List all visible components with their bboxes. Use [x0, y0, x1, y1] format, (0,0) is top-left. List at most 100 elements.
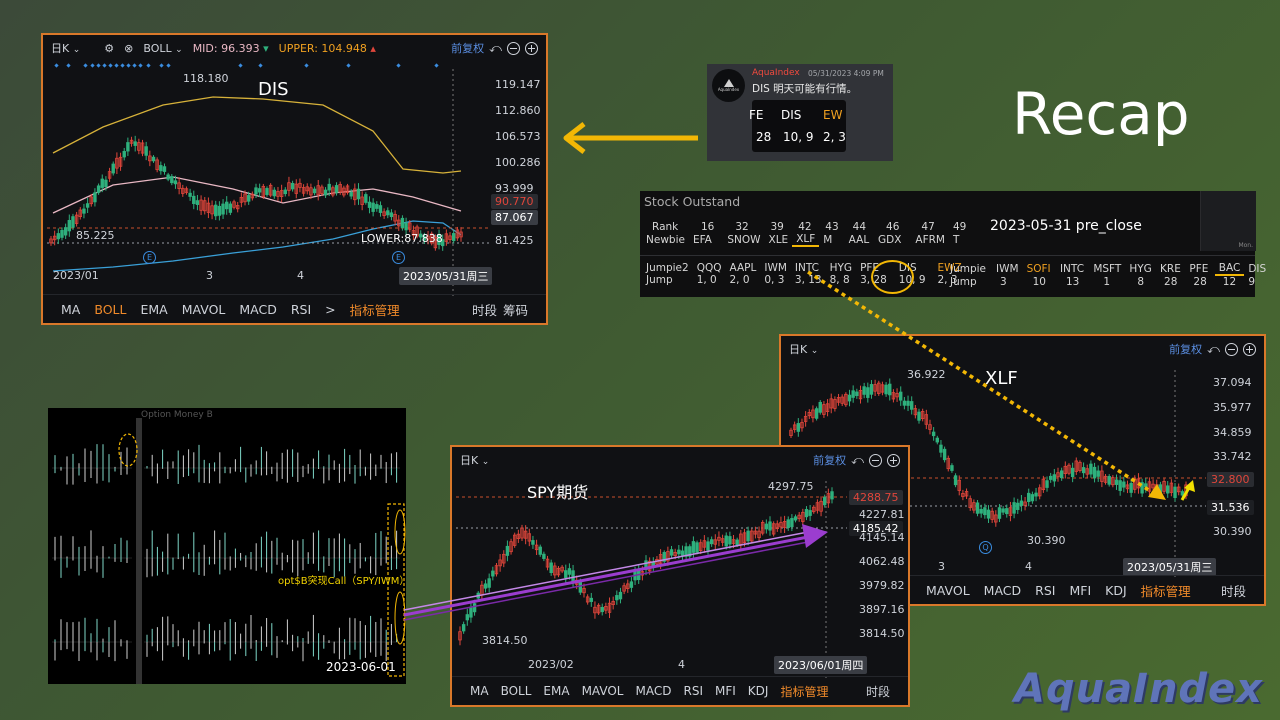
- tab-ema[interactable]: EMA: [140, 302, 167, 317]
- dis-candle: [140, 139, 145, 157]
- tab-kdj[interactable]: KDJ: [748, 684, 769, 698]
- tab-mfi[interactable]: MFI: [1069, 583, 1091, 598]
- dis-candle: [360, 191, 364, 211]
- xlf-candle: [1103, 474, 1108, 485]
- scrollbar[interactable]: [136, 418, 142, 684]
- dis-candle: [272, 187, 277, 199]
- tab-period[interactable]: 时段: [1221, 581, 1246, 600]
- spy-candle: [644, 555, 648, 576]
- chat-username[interactable]: AquaIndex: [752, 68, 800, 78]
- dis-candle: [287, 176, 291, 197]
- zoom-in-icon[interactable]: [1243, 342, 1256, 356]
- dis-candle: [126, 137, 130, 156]
- tab-macd[interactable]: MACD: [636, 684, 672, 698]
- x-tick: 3: [206, 269, 213, 282]
- tab-period[interactable]: 时段: [472, 300, 497, 319]
- tab-mavol[interactable]: MAVOL: [582, 684, 624, 698]
- tab-mavol[interactable]: MAVOL: [182, 302, 226, 317]
- indicator-manage-button[interactable]: 指标管理: [350, 300, 400, 319]
- dis-candle: [56, 228, 61, 244]
- xlf-candle: [1125, 480, 1130, 494]
- spy-candle-chart[interactable]: [452, 473, 847, 678]
- tab-ma[interactable]: MA: [470, 684, 489, 698]
- xlf-candle: [1100, 465, 1104, 488]
- spy-candle: [691, 536, 696, 558]
- tab-mavol[interactable]: MAVOL: [926, 583, 970, 598]
- tab-rsi[interactable]: RSI: [683, 684, 703, 698]
- cursor-price-tag: 31.536: [1207, 500, 1254, 515]
- spy-candle: [604, 602, 608, 614]
- undo-icon[interactable]: ⤺: [489, 41, 502, 56]
- xlf-candle: [866, 382, 870, 403]
- zoom-out-icon[interactable]: [1225, 342, 1238, 356]
- xlf-candle: [909, 396, 914, 415]
- period-selector[interactable]: 日K ⌄: [460, 452, 489, 468]
- xlf-candle: [803, 411, 808, 427]
- tab-rsi[interactable]: RSI: [291, 302, 311, 317]
- tab-period[interactable]: 时段: [866, 683, 890, 700]
- chevron-down-icon: ⌄: [481, 457, 490, 467]
- dis-candle: [129, 136, 134, 147]
- tab-ma[interactable]: MA: [61, 302, 80, 317]
- tab-kdj[interactable]: KDJ: [1105, 583, 1127, 598]
- xlf-candle: [873, 379, 877, 397]
- spy-candle: [545, 555, 550, 571]
- event-marker-icon[interactable]: E: [392, 251, 405, 264]
- dis-candle: [177, 177, 181, 195]
- dis-candle: [199, 195, 203, 216]
- tab-macd[interactable]: MACD: [984, 583, 1021, 598]
- zoom-out-icon[interactable]: [507, 41, 520, 55]
- dis-candle: [268, 183, 273, 198]
- zoom-in-icon[interactable]: [525, 41, 538, 55]
- dis-candle: [107, 167, 112, 182]
- tab-ema[interactable]: EMA: [543, 684, 569, 698]
- tab-macd[interactable]: MACD: [239, 302, 276, 317]
- period-selector[interactable]: 日K ⌄: [51, 40, 80, 56]
- undo-icon[interactable]: ⤺: [1207, 342, 1220, 357]
- y-tick: 3897.16: [859, 603, 905, 616]
- xlf-candle: [1136, 473, 1141, 494]
- indicator-selector[interactable]: BOLL ⌄: [143, 42, 182, 55]
- event-marker-icon[interactable]: Q: [979, 541, 992, 554]
- xlf-candle: [1038, 484, 1042, 500]
- tab-boll[interactable]: BOLL: [501, 684, 532, 698]
- period-selector[interactable]: 日K ⌄: [789, 341, 818, 357]
- xlf-candle: [1162, 478, 1166, 495]
- more-tabs-icon[interactable]: >: [325, 302, 335, 317]
- indicator-manage-button[interactable]: 指标管理: [1141, 581, 1191, 600]
- x-tick: 4: [678, 658, 685, 671]
- spy-toolbar: 日K ⌄ 前复权 ⤺: [452, 447, 908, 473]
- tab-chips[interactable]: 筹码: [503, 300, 528, 319]
- close-circle-icon[interactable]: ⊗: [124, 42, 133, 55]
- adjust-toggle[interactable]: 前复权: [813, 452, 846, 468]
- y-tick: 4227.81: [859, 508, 905, 521]
- xlf-candle: [928, 419, 932, 435]
- tab-rsi[interactable]: RSI: [1035, 583, 1055, 598]
- date-tag: 2023/05/31周三: [1123, 558, 1217, 576]
- tab-mfi[interactable]: MFI: [715, 684, 736, 698]
- recap-title: Recap: [1012, 80, 1190, 148]
- dis-candle: [170, 174, 174, 186]
- tab-boll[interactable]: BOLL: [94, 302, 126, 317]
- spy-candle: [768, 516, 772, 536]
- xlf-candle: [895, 388, 899, 402]
- adjust-toggle[interactable]: 前复权: [451, 40, 484, 56]
- adjust-toggle[interactable]: 前复权: [1169, 341, 1202, 357]
- xlf-candle: [1096, 465, 1100, 482]
- zoom-in-icon[interactable]: [887, 453, 900, 467]
- undo-icon[interactable]: ⤺: [851, 453, 864, 468]
- dis-candle: [257, 183, 262, 198]
- indicator-manage-button[interactable]: 指标管理: [780, 683, 828, 700]
- spy-candle: [717, 531, 721, 547]
- mini-chart[interactable]: Mon.: [1200, 191, 1256, 251]
- spy-candle: [498, 554, 502, 572]
- gear-icon[interactable]: ⚙: [104, 42, 114, 55]
- xlf-candle: [822, 401, 826, 418]
- xlf-candle: [935, 435, 939, 445]
- y-tick: 3979.82: [859, 579, 905, 592]
- dis-candle: [82, 203, 86, 219]
- zoom-out-icon[interactable]: [869, 453, 882, 467]
- spy-candle: [607, 597, 612, 619]
- xlf-candle: [800, 418, 804, 432]
- event-marker-icon[interactable]: E: [143, 251, 156, 264]
